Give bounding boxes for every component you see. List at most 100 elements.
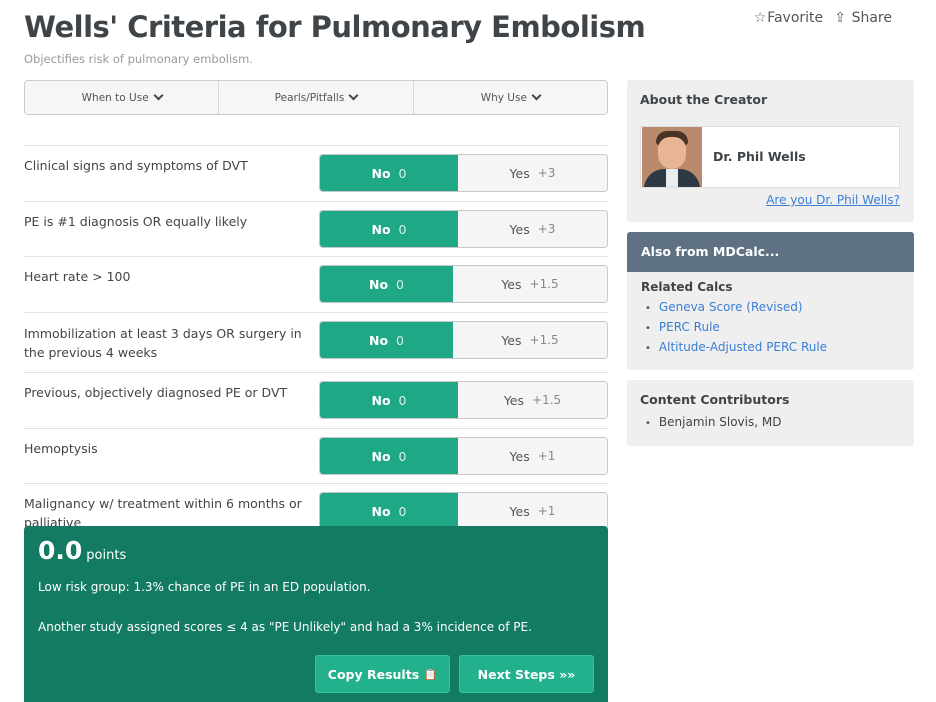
yes-label: Yes	[501, 276, 522, 292]
yes-label: Yes	[501, 332, 522, 348]
no-label: No	[371, 221, 391, 237]
also-from-heading: Also from MDCalc...	[627, 232, 914, 272]
related-calc-link[interactable]: PERC Rule	[645, 318, 914, 338]
yes-points: +1.5	[529, 277, 559, 291]
criterion-label: Immobilization at least 3 days OR surger…	[24, 326, 302, 360]
creator-card[interactable]: Dr. Phil Wells	[640, 126, 900, 188]
yes-points: +1	[537, 504, 556, 518]
tab-label: When to Use	[81, 91, 149, 104]
yes-points: +3	[537, 222, 556, 236]
yes-points: +1.5	[529, 333, 559, 347]
criterion-row: Clinical signs and symptoms of DVT No 0 Y…	[24, 145, 608, 201]
also-from-panel: Also from MDCalc... Related Calcs Geneva…	[627, 232, 914, 370]
yes-option[interactable]: Yes +3	[458, 211, 607, 247]
tab-why-use[interactable]: Why Use	[414, 81, 607, 114]
no-option[interactable]: No 0	[320, 266, 453, 302]
no-label: No	[368, 332, 389, 348]
tab-label: Pearls/Pitfalls	[274, 91, 345, 104]
result-panel: 0.0 points Low risk group: 1.3% chance of…	[24, 526, 608, 702]
criterion-row: Previous, objectively diagnosed PE or DV…	[24, 372, 608, 428]
criterion-toggle: No 0 Yes +1	[319, 492, 608, 530]
criterion-toggle: No 0 Yes +1	[319, 437, 608, 475]
yes-label: Yes	[509, 503, 530, 519]
creator-panel: About the Creator Dr. Phil Wells Are you…	[627, 80, 914, 222]
related-calc-link[interactable]: Geneva Score (Revised)	[645, 298, 914, 318]
chevron-down-icon	[531, 90, 542, 101]
no-option[interactable]: No 0	[320, 493, 458, 529]
no-label: No	[371, 392, 391, 408]
tab-when-to-use[interactable]: When to Use	[25, 81, 220, 114]
yes-option[interactable]: Yes +1.5	[458, 382, 607, 418]
avatar	[642, 127, 702, 187]
share-icon: ⇪	[834, 10, 846, 26]
criterion-label: Heart rate > 100	[24, 269, 131, 284]
criterion-row: Immobilization at least 3 days OR surger…	[24, 312, 608, 372]
no-label: No	[368, 276, 389, 292]
share-button[interactable]: ⇪ Share	[833, 10, 892, 26]
yes-option[interactable]: Yes +1	[458, 438, 607, 474]
creator-heading: About the Creator	[640, 92, 768, 107]
related-calcs-list: Geneva Score (Revised) PERC Rule Altitud…	[645, 298, 914, 358]
score-value: 0.0	[38, 536, 83, 565]
no-option[interactable]: No 0	[320, 155, 458, 191]
criterion-row: Heart rate > 100 No 0 Yes +1.5	[24, 256, 608, 312]
share-label: Share	[851, 10, 892, 26]
score: 0.0 points	[38, 536, 126, 565]
no-points: 0	[398, 392, 407, 408]
criterion-toggle: No 0 Yes +1.5	[319, 265, 608, 303]
yes-label: Yes	[509, 448, 530, 464]
yes-label: Yes	[503, 392, 525, 408]
no-label: No	[371, 503, 391, 519]
yes-label: Yes	[509, 221, 530, 237]
clipboard-icon: 📋	[423, 667, 438, 681]
no-label: No	[371, 448, 391, 464]
tab-label: Why Use	[480, 91, 527, 104]
criterion-row: Hemoptysis No 0 Yes +1	[24, 428, 608, 484]
result-note: Another study assigned scores ≤ 4 as "PE…	[38, 620, 532, 634]
no-option[interactable]: No 0	[320, 438, 458, 474]
yes-option[interactable]: Yes +1.5	[453, 266, 607, 302]
yes-option[interactable]: Yes +3	[458, 155, 607, 191]
no-points: 0	[398, 165, 407, 181]
no-option[interactable]: No 0	[320, 211, 458, 247]
yes-points: +1.5	[532, 393, 562, 407]
related-calcs-title: Related Calcs	[641, 280, 733, 294]
chevron-down-icon	[348, 90, 359, 101]
criterion-toggle: No 0 Yes +1.5	[319, 381, 608, 419]
favorite-button[interactable]: ☆Favorite	[753, 10, 823, 26]
result-interpretation: Low risk group: 1.3% chance of PE in an …	[38, 580, 371, 594]
yes-points: +1	[537, 449, 556, 463]
claim-profile-link[interactable]: Are you Dr. Phil Wells?	[766, 193, 900, 207]
criterion-toggle: No 0 Yes +3	[319, 154, 608, 192]
yes-option[interactable]: Yes +1	[458, 493, 607, 529]
favorite-label: Favorite	[767, 10, 824, 26]
tab-pearls-pitfalls[interactable]: Pearls/Pitfalls	[219, 81, 414, 114]
no-points: 0	[398, 221, 407, 237]
creator-name: Dr. Phil Wells	[713, 149, 806, 164]
top-actions: ☆Favorite ⇪ Share	[753, 10, 892, 26]
contributors-panel: Content Contributors Benjamin Slovis, MD	[627, 380, 914, 446]
criterion-label: PE is #1 diagnosis OR equally likely	[24, 214, 248, 229]
page-subtitle: Objectifies risk of pulmonary embolism.	[24, 52, 253, 66]
no-points: 0	[396, 332, 404, 348]
criterion-label: Previous, objectively diagnosed PE or DV…	[24, 385, 288, 400]
copy-results-label: Copy Results	[327, 666, 420, 682]
yes-option[interactable]: Yes +1.5	[453, 322, 607, 358]
score-unit: points	[86, 548, 127, 563]
no-option[interactable]: No 0	[320, 382, 458, 418]
related-calc-link[interactable]: Altitude-Adjusted PERC Rule	[645, 338, 914, 358]
page-title: Wells' Criteria for Pulmonary Embolism	[24, 10, 646, 44]
yes-label: Yes	[509, 165, 530, 181]
contributors-list: Benjamin Slovis, MD	[645, 413, 914, 433]
chevrons-right-icon: »»	[559, 666, 576, 682]
no-points: 0	[398, 503, 407, 519]
no-points: 0	[396, 276, 404, 292]
no-option[interactable]: No 0	[320, 322, 453, 358]
criterion-label: Clinical signs and symptoms of DVT	[24, 158, 248, 173]
no-points: 0	[398, 448, 407, 464]
chevron-down-icon	[153, 90, 164, 101]
next-steps-button[interactable]: Next Steps »»	[459, 655, 594, 693]
copy-results-button[interactable]: Copy Results 📋	[315, 655, 450, 693]
star-icon: ☆	[753, 10, 767, 26]
next-steps-label: Next Steps	[477, 666, 555, 682]
